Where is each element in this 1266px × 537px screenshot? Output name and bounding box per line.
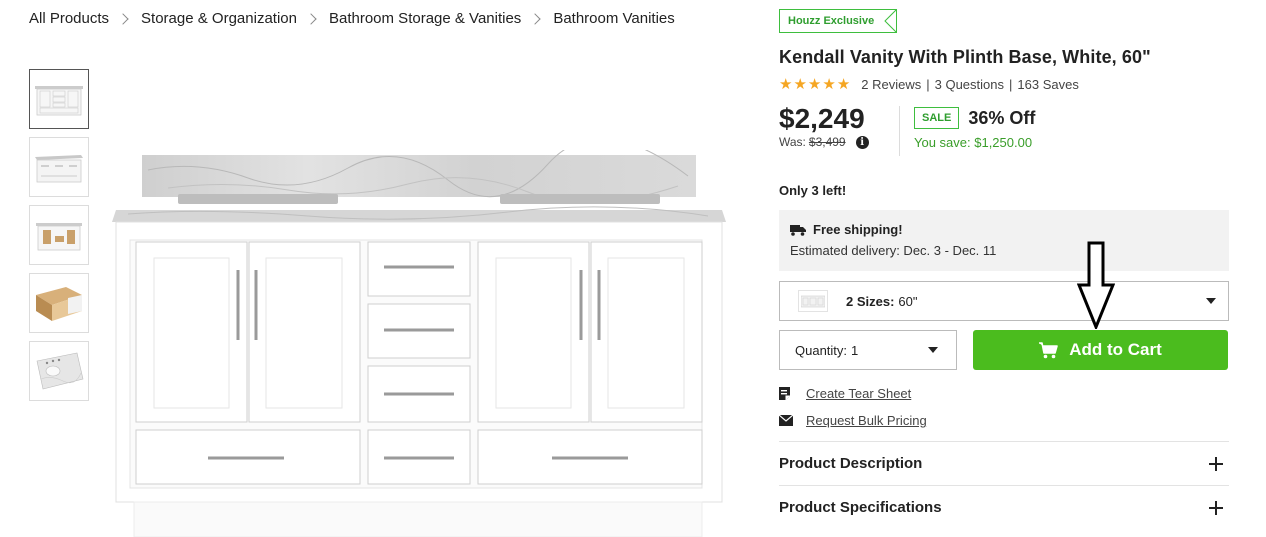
was-price-line: Was: $3,499 i — [779, 135, 899, 149]
star-icon: ★ — [822, 76, 836, 93]
badge-label: Houzz Exclusive — [788, 15, 875, 27]
star-icon: ★ — [807, 76, 822, 93]
you-save: You save: $1,250.00 — [914, 135, 1033, 150]
tear-sheet-icon — [779, 386, 794, 401]
breadcrumb-storage-organization[interactable]: Storage & Organization — [141, 10, 297, 27]
plus-icon — [1209, 500, 1223, 515]
cart-icon — [1039, 341, 1059, 358]
discount-percent: 36% Off — [968, 107, 1036, 128]
main-product-image[interactable] — [108, 138, 730, 537]
truck-icon — [790, 224, 806, 236]
bulk-pricing-link[interactable]: Request Bulk Pricing — [779, 413, 1229, 428]
thumbnail-list — [29, 69, 89, 409]
chevron-down-icon — [928, 347, 938, 353]
thumbnail-front-view[interactable] — [29, 69, 89, 129]
thumbnail-drawer[interactable] — [29, 273, 89, 333]
chevron-right-icon — [117, 12, 129, 25]
houzz-exclusive-badge: Houzz Exclusive — [779, 9, 898, 33]
estimated-delivery: Estimated delivery: Dec. 3 - Dec. 11 — [790, 243, 997, 258]
breadcrumb-bathroom-vanities[interactable]: Bathroom Vanities — [553, 10, 674, 27]
was-price: $3,499 — [808, 135, 846, 149]
add-to-cart-button[interactable]: Add to Cart — [973, 330, 1228, 370]
thumbnail-angle-view[interactable] — [29, 137, 89, 197]
current-price: $2,249 — [779, 103, 865, 134]
star-icon: ★ — [836, 76, 851, 93]
chevron-down-icon — [1206, 298, 1216, 304]
saves-link[interactable]: 163 Saves — [1017, 77, 1078, 92]
size-select-value: 60" — [898, 293, 918, 309]
size-select-label: 2 Sizes: — [846, 293, 895, 309]
accordion-title: Product Description — [779, 455, 923, 472]
shipping-box: Free shipping! Estimated delivery: Dec. … — [779, 210, 1229, 271]
cart-row: Quantity: 1 Add to Cart — [779, 330, 1229, 370]
product-title: Kendall Vanity With Plinth Base, White, … — [779, 47, 1151, 67]
chevron-right-icon — [529, 12, 541, 25]
down-arrow-icon — [1077, 241, 1115, 329]
bulk-pricing-label: Request Bulk Pricing — [806, 413, 927, 428]
tear-sheet-label: Create Tear Sheet — [806, 386, 912, 401]
divider — [899, 106, 900, 156]
breadcrumb-all-products[interactable]: All Products — [29, 10, 109, 27]
product-meta: ★ ★ ★ ★ ★ 2 Reviews | 3 Questions | 163 … — [779, 77, 1229, 92]
accordion-product-specifications[interactable]: Product Specifications — [779, 485, 1229, 529]
questions-link[interactable]: 3 Questions — [935, 77, 1004, 92]
chevron-right-icon — [305, 12, 317, 25]
quantity-label: Quantity: — [795, 342, 848, 358]
rating-stars[interactable]: ★ ★ ★ ★ ★ — [779, 77, 851, 92]
badge-notch-icon — [884, 10, 897, 32]
envelope-icon — [779, 415, 794, 426]
size-select[interactable]: 2 Sizes: 60" — [779, 281, 1229, 321]
plus-icon — [1209, 456, 1223, 471]
breadcrumb-bathroom-storage-vanities[interactable]: Bathroom Storage & Vanities — [329, 10, 521, 27]
add-to-cart-label: Add to Cart — [1069, 340, 1162, 359]
accordion: Product Description Product Specificatio… — [779, 441, 1229, 529]
quantity-value: 1 — [851, 342, 859, 358]
thumbnail-countertop[interactable] — [29, 341, 89, 401]
size-swatch-icon — [798, 290, 828, 312]
thumbnail-open-doors[interactable] — [29, 205, 89, 265]
tear-sheet-link[interactable]: Create Tear Sheet — [779, 386, 1229, 401]
accordion-product-description[interactable]: Product Description — [779, 441, 1229, 485]
star-icon: ★ — [779, 76, 793, 93]
product-info-panel: Houzz Exclusive Kendall Vanity With Plin… — [779, 9, 1229, 529]
was-label: Was: — [779, 135, 806, 149]
breadcrumb: All Products Storage & Organization Bath… — [29, 10, 675, 27]
price-section: $2,249 Was: $3,499 i SALE 36% Off You sa… — [779, 104, 1229, 156]
separator: | — [926, 77, 930, 92]
free-shipping-label: Free shipping! — [813, 222, 903, 237]
info-icon[interactable]: i — [855, 135, 869, 149]
stock-status: Only 3 left! — [779, 183, 847, 198]
separator: | — [1009, 77, 1013, 92]
reviews-link[interactable]: 2 Reviews — [861, 77, 921, 92]
star-icon: ★ — [793, 76, 807, 93]
accordion-title: Product Specifications — [779, 499, 942, 516]
quantity-select[interactable]: Quantity: 1 — [779, 330, 957, 370]
sale-badge: SALE — [914, 107, 960, 129]
